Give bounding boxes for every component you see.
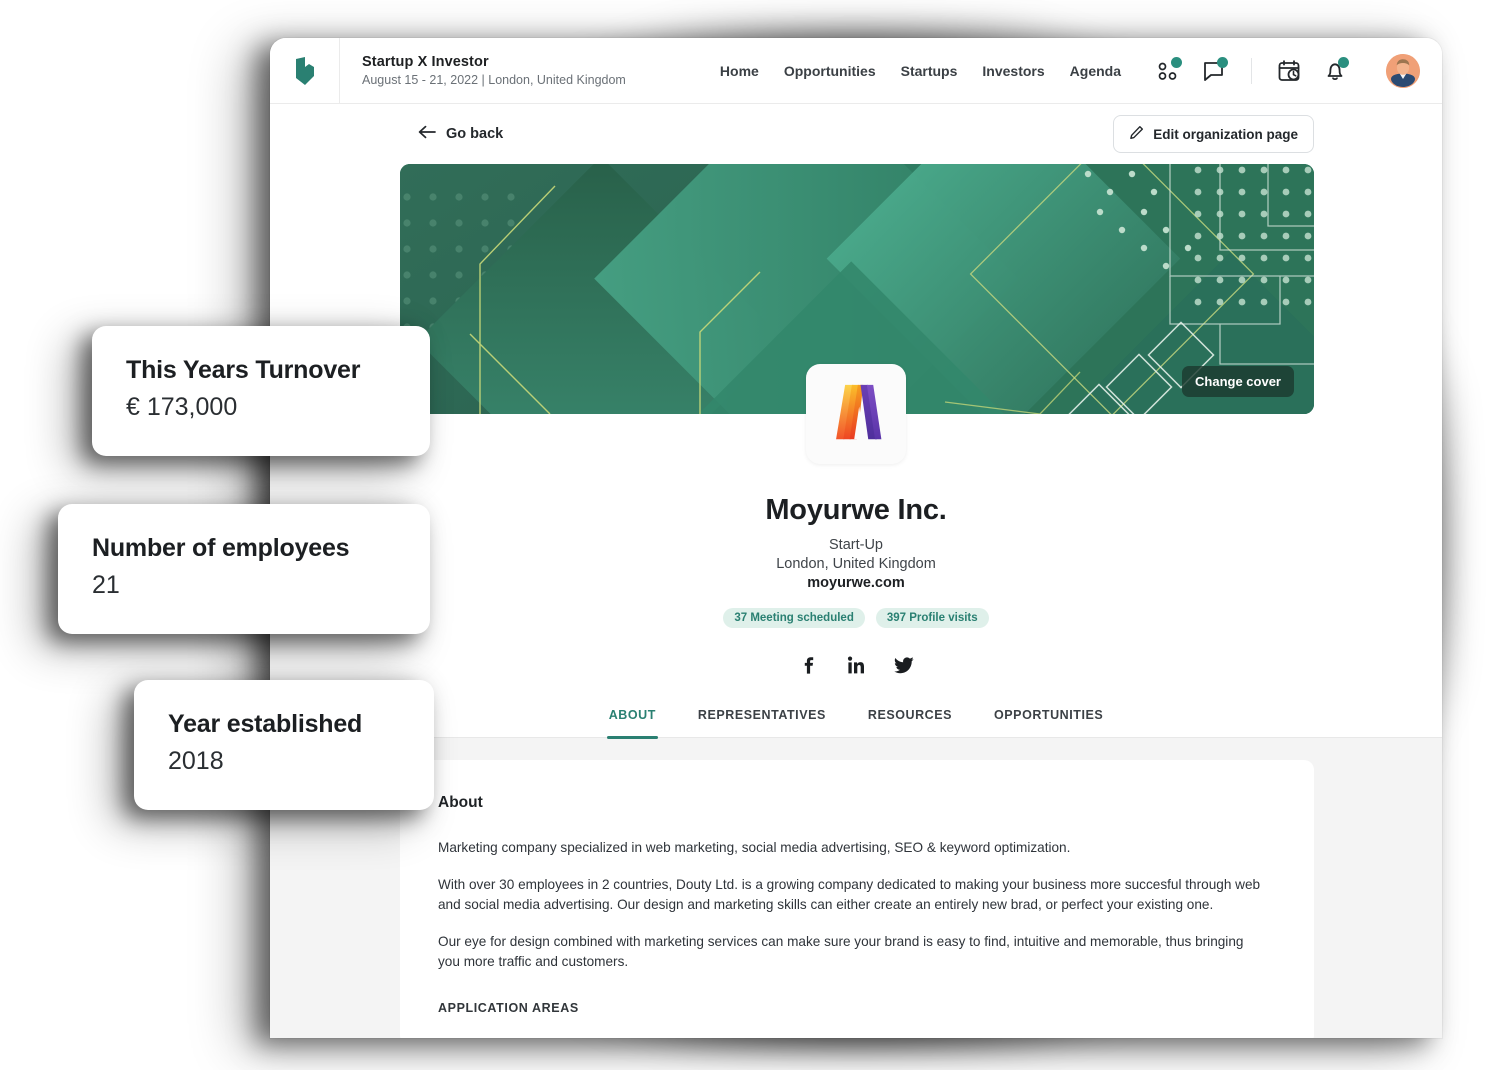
about-paragraph: With over 30 employees in 2 countries, D… [438, 877, 1261, 913]
nav-link-opportunities[interactable]: Opportunities [784, 63, 876, 79]
notification-badge-dot [1338, 56, 1349, 68]
stat-card-label: Year established [168, 710, 363, 738]
about-heading: About [438, 794, 483, 811]
organization-location: London, United Kingdom [776, 556, 936, 572]
change-cover-button[interactable]: Change cover [1182, 366, 1294, 397]
organization-name: Moyurwe Inc. [765, 494, 947, 526]
user-avatar[interactable] [1386, 53, 1420, 88]
chat-icon[interactable] [1201, 56, 1228, 84]
tab-about[interactable]: ABOUT [606, 708, 659, 739]
pencil-icon [1129, 125, 1144, 143]
brand-logo-button[interactable] [270, 38, 340, 104]
edit-organization-page-label: Edit organization page [1153, 126, 1298, 142]
tab-representatives[interactable]: REPRESENTATIVES [696, 708, 828, 737]
top-navigation-bar: Startup X Investor August 15 - 21, 2022 … [270, 38, 1442, 104]
notification-bell-icon[interactable] [1322, 56, 1349, 84]
meeting-schedule-icon[interactable] [1276, 58, 1302, 84]
tab-content-area: About Marketing company specialized in w… [270, 738, 1442, 1038]
linkedin-icon[interactable] [845, 654, 867, 676]
stat-card-employees: Number of employees 21 [58, 504, 430, 634]
application-areas-heading: APPLICATION AREAS [438, 1000, 579, 1015]
profile-tabs: ABOUT REPRESENTATIVES RESOURCES OPPORTUN… [270, 708, 1442, 739]
screenshot-root: Startup X Investor August 15 - 21, 2022 … [0, 0, 1500, 1070]
edit-organization-page-button[interactable]: Edit organization page [1113, 115, 1314, 153]
event-title: Startup X Investor [362, 54, 489, 70]
nav-icon-group [1155, 53, 1442, 88]
status-badge-meetings: 37 Meeting scheduled [723, 608, 865, 628]
main-navigation: Home Opportunities Startups Investors Ag… [720, 53, 1442, 88]
twitter-icon[interactable] [893, 654, 915, 676]
nav-link-agenda[interactable]: Agenda [1070, 63, 1121, 79]
event-subtitle: August 15 - 21, 2022 | London, United Ki… [362, 73, 626, 87]
matchmaking-badge-dot [1171, 56, 1182, 68]
nav-link-investors[interactable]: Investors [982, 63, 1044, 79]
go-back-label: Go back [446, 126, 504, 142]
stat-card-label: This Years Turnover [126, 356, 361, 384]
organization-stats-badges: 37 Meeting scheduled 397 Profile visits [270, 608, 1442, 628]
nav-link-list: Home Opportunities Startups Investors Ag… [720, 63, 1121, 79]
page-action-row: Go back Edit organization page [270, 104, 1442, 164]
social-links [270, 654, 1442, 676]
organization-type: Start-Up [829, 537, 883, 553]
tab-opportunities[interactable]: OPPORTUNITIES [992, 708, 1105, 737]
go-back-button[interactable]: Go back [418, 125, 503, 143]
matchmaking-icon[interactable] [1155, 56, 1182, 84]
stat-card-turnover: This Years Turnover € 173,000 [92, 326, 430, 456]
nav-link-home[interactable]: Home [720, 63, 759, 79]
stat-card-value: 21 [92, 571, 120, 599]
organization-identity: Moyurwe Inc. Start-Up London, United Kin… [270, 364, 1442, 739]
tab-resources[interactable]: RESOURCES [866, 708, 954, 737]
status-badge-profile-visits: 397 Profile visits [875, 608, 989, 628]
about-paragraph: Marketing company specialized in web mar… [438, 840, 1071, 855]
about-paragraph: Our eye for design combined with marketi… [438, 934, 1244, 970]
chat-badge-dot [1217, 56, 1228, 68]
organization-logo[interactable] [806, 364, 906, 464]
nav-link-startups[interactable]: Startups [901, 63, 958, 79]
stat-card-value: 2018 [168, 747, 224, 775]
about-card: About Marketing company specialized in w… [400, 760, 1314, 1038]
nav-divider [1251, 57, 1252, 84]
stat-card-label: Number of employees [92, 534, 350, 562]
stat-card-year-established: Year established 2018 [134, 680, 434, 810]
event-info: Startup X Investor August 15 - 21, 2022 … [340, 54, 626, 87]
app-window: Startup X Investor August 15 - 21, 2022 … [270, 38, 1442, 1038]
stat-card-value: € 173,000 [126, 393, 238, 421]
organization-website-link[interactable]: moyurwe.com [270, 575, 1442, 591]
moyurwe-m-logo-icon [823, 383, 889, 446]
leaf-logo-icon [291, 56, 319, 86]
facebook-icon[interactable] [797, 654, 819, 676]
arrow-left-icon [418, 125, 436, 143]
